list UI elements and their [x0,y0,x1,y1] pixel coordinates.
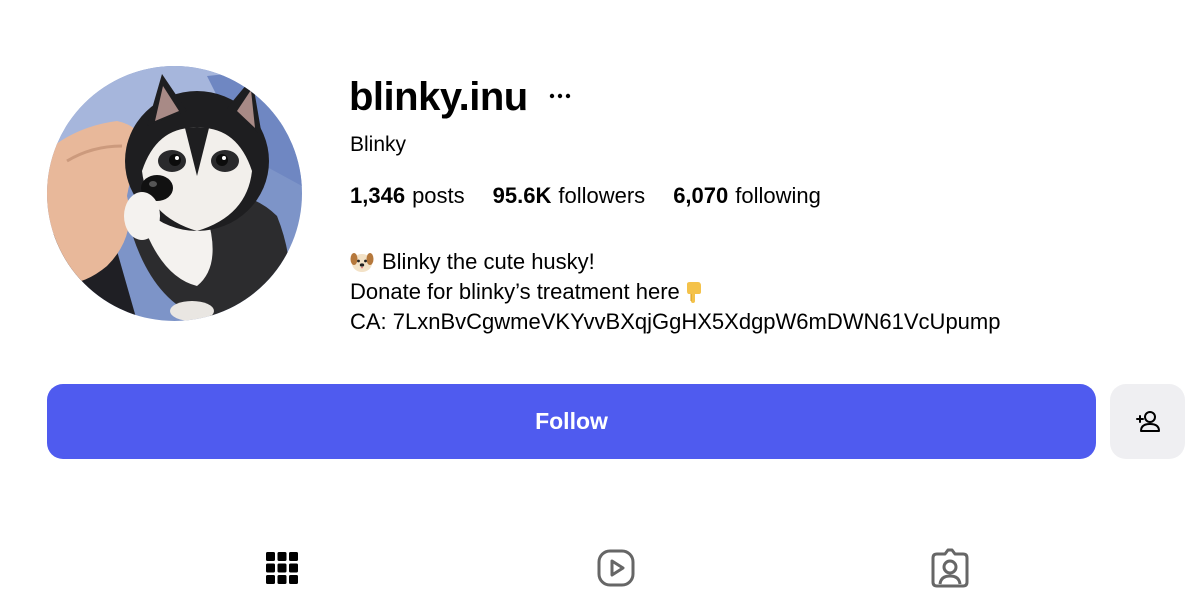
bio-line-1-text: Blinky the cute husky! [382,249,595,274]
more-horizontal-icon [549,93,571,99]
bio-line-1: Blinky the cute husky! [350,247,1000,277]
following-count: 6,070 [673,183,729,208]
contract-address-text: CA: 7LxnBvCgwmeVKYvvBXqjGgHX5XdgpW6mDWN6… [350,309,1001,334]
profile-avatar[interactable] [47,66,302,321]
suggest-accounts-button[interactable] [1110,384,1185,459]
followers-count: 95.6K [492,183,552,208]
posts-stat[interactable]: 1,346 posts [350,182,465,210]
add-person-icon [1135,410,1160,432]
following-label: following [735,183,821,208]
tab-reels[interactable] [594,546,638,590]
following-stat[interactable]: 6,070 following [673,182,821,210]
tab-posts[interactable] [260,546,304,590]
profile-page: blinky.inu Blinky 1,346 posts 95.6K foll… [0,0,1200,592]
posts-count: 1,346 [350,183,406,208]
tagged-person-icon [931,548,969,588]
reels-play-icon [597,549,635,587]
profile-stats: 1,346 posts 95.6K followers 6,070 follow… [350,182,821,210]
display-name: Blinky [350,133,407,156]
grid-icon [266,552,298,584]
follow-button[interactable]: Follow [47,384,1096,459]
followers-label: followers [558,183,646,208]
more-options-button[interactable] [546,82,574,110]
followers-stat[interactable]: 95.6K followers [493,182,646,210]
tab-tagged[interactable] [928,546,972,590]
bio-line-2-text: Donate for blinky’s treatment here [350,279,680,304]
bio-line-2: Donate for blinky’s treatment here [350,277,1000,307]
profile-bio: Blinky the cute husky! Donate for blinky… [350,247,1000,337]
husky-puppy-photo [47,66,302,321]
bio-line-3: CA: 7LxnBvCgwmeVKYvvBXqjGgHX5XdgpW6mDWN6… [350,307,1000,337]
username: blinky.inu [349,75,528,119]
posts-label: posts [412,183,465,208]
pointing-down-emoji-icon [686,282,701,303]
dog-face-emoji-icon [350,253,374,272]
